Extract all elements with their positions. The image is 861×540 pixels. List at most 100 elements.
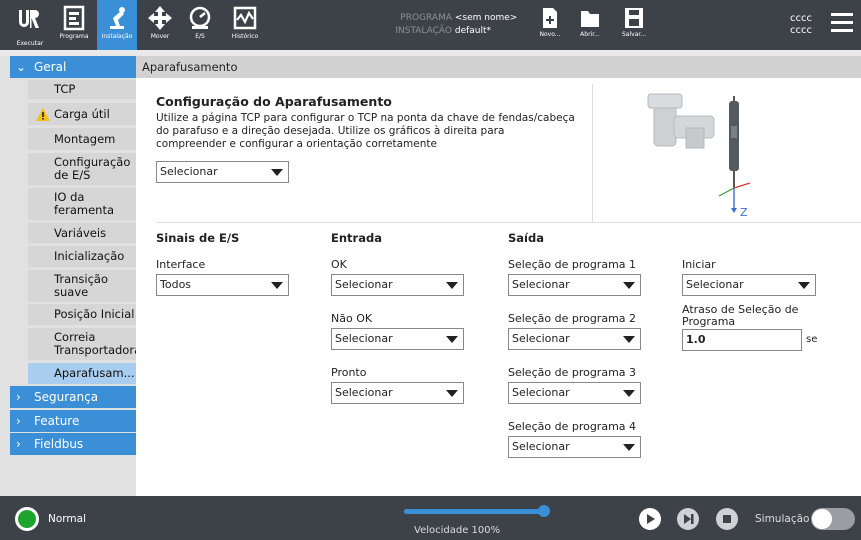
input-header: Entrada (331, 231, 382, 245)
chevron-down-icon (623, 390, 635, 397)
chevron-down-icon (623, 282, 635, 289)
tab-mover[interactable]: Mover (144, 0, 176, 50)
sidebar-item-aparafusamento[interactable]: Aparafusam... (28, 363, 136, 384)
ready-label: Pronto (331, 366, 367, 379)
program-select-4[interactable]: Selecionar (508, 436, 641, 458)
interface-label: Interface (156, 258, 206, 271)
speed-slider-fill (404, 509, 544, 514)
save-file-button[interactable]: Salvar... (617, 0, 651, 50)
not-ok-label: Não OK (331, 312, 373, 325)
sidebar-item-variaveis[interactable]: Variáveis (28, 223, 136, 243)
robot-status-text: Normal (48, 513, 86, 525)
horizontal-divider (156, 222, 861, 223)
simulation-toggle-knob (812, 509, 832, 529)
ok-label: OK (331, 258, 347, 271)
move-arrows-icon (148, 6, 172, 30)
hamburger-menu-icon[interactable] (831, 13, 853, 33)
io-signals-header: Sinais de E/S (156, 231, 240, 245)
save-icon (625, 8, 643, 28)
chevron-down-icon (623, 336, 635, 343)
open-file-button[interactable]: Abrir... (575, 0, 605, 50)
program-select-1-label: Seleção de programa 1 (508, 258, 637, 271)
folder-icon (581, 11, 599, 27)
screwdriver-illustration: Z (646, 86, 766, 221)
delay-unit: se (806, 334, 818, 345)
sidebar-item-correia-transportadora[interactable]: Correia Transportadora (28, 328, 136, 360)
delay-label: Atraso de Seleção de Programa (682, 303, 799, 328)
chevron-right-icon: › (16, 390, 21, 404)
page-title: Configuração do Aparafusamento (156, 94, 392, 109)
program-select-3-label: Seleção de programa 3 (508, 366, 637, 379)
speed-slider-handle[interactable] (538, 505, 550, 517)
play-button[interactable] (639, 508, 661, 530)
top-bar: Executar Programa Instalação Mover E/S H… (0, 0, 861, 50)
main-panel: Aparafusamento Configuração do Aparafusa… (136, 56, 861, 496)
sidebar-item-tcp[interactable]: TCP (28, 80, 136, 99)
chevron-down-icon (798, 282, 810, 289)
sidebar-section-geral[interactable]: ⌄ Geral (10, 56, 136, 78)
play-icon (647, 514, 655, 524)
tab-instalacao[interactable]: Instalação (97, 0, 137, 50)
bottom-bar: Normal Velocidade 100% Simulação (0, 496, 861, 540)
chevron-right-icon: › (16, 414, 21, 428)
chevron-right-icon: › (16, 437, 21, 451)
z-axis-label: Z (740, 206, 748, 219)
step-button[interactable] (677, 508, 699, 530)
new-file-button[interactable]: Novo... (535, 0, 565, 50)
breadcrumb: Aparafusamento (136, 56, 861, 78)
ready-select[interactable]: Selecionar (331, 382, 464, 404)
output-header: Saída (508, 231, 544, 245)
sidebar-section-seguranca[interactable]: › Segurança (10, 386, 136, 408)
sidebar-item-montagem[interactable]: Montagem (28, 128, 136, 150)
start-label: Iniciar (682, 258, 716, 271)
sidebar: ⌄ Geral TCP Carga útil Montagem Configura… (0, 56, 136, 496)
simulation-label: Simulação (755, 513, 810, 525)
vertical-divider (592, 84, 593, 222)
program-select-1[interactable]: Selecionar (508, 274, 641, 296)
program-info: PROGRAMA <sem nome> INSTALAÇÃO default* (395, 13, 518, 36)
robot-arm-icon (110, 7, 125, 29)
stop-icon (723, 515, 731, 523)
chevron-down-icon (623, 444, 635, 451)
page-description: Utilize a página TCP para configurar o T… (156, 112, 575, 150)
io-gauge-icon (189, 6, 211, 29)
interface-select[interactable]: Todos (156, 274, 289, 296)
not-ok-select[interactable]: Selecionar (331, 328, 464, 350)
chevron-down-icon (446, 390, 458, 397)
ok-select[interactable]: Selecionar (331, 274, 464, 296)
tab-executar[interactable]: Executar (12, 0, 48, 50)
step-icon (684, 514, 694, 524)
stop-button[interactable] (716, 508, 738, 530)
program-select-3[interactable]: Selecionar (508, 382, 641, 404)
sidebar-item-inicializacao[interactable]: Inicialização (28, 246, 136, 267)
chevron-down-icon (271, 282, 283, 289)
tab-es[interactable]: E/S (185, 0, 215, 50)
program-select-2[interactable]: Selecionar (508, 328, 641, 350)
tab-historico[interactable]: Histórico (227, 0, 263, 50)
tcp-select[interactable]: Selecionar (156, 161, 289, 183)
chevron-down-icon: ⌄ (16, 60, 27, 74)
chevron-down-icon (446, 336, 458, 343)
speed-slider[interactable] (404, 505, 550, 517)
sidebar-section-feature[interactable]: › Feature (10, 410, 136, 432)
program-icon (63, 5, 85, 31)
start-select[interactable]: Selecionar (682, 274, 816, 296)
power-status-button[interactable] (15, 507, 39, 531)
tab-programa[interactable]: Programa (54, 0, 94, 50)
sidebar-item-transicao-suave[interactable]: Transição suave (28, 270, 136, 302)
speed-label: Velocidade 100% (414, 525, 501, 536)
program-select-4-label: Seleção de programa 4 (508, 420, 637, 433)
sidebar-item-configuracao-es[interactable]: Configuração de E/S (28, 153, 136, 185)
delay-input[interactable]: 1.0 (682, 329, 802, 351)
sidebar-item-io-ferramenta[interactable]: IO da feramenta (28, 188, 136, 220)
chevron-down-icon (446, 282, 458, 289)
sidebar-section-fieldbus[interactable]: › Fieldbus (10, 433, 136, 455)
program-select-2-label: Seleção de programa 2 (508, 312, 637, 325)
status-indicator-icon (18, 510, 36, 528)
user-info[interactable]: cccc cccc (790, 13, 812, 37)
chevron-down-icon (271, 169, 283, 176)
sidebar-item-posicao-inicial[interactable]: Posição Inicial (28, 304, 136, 325)
history-chart-icon (233, 6, 257, 30)
simulation-toggle[interactable] (811, 508, 855, 530)
sidebar-item-carga-util[interactable]: Carga útil (28, 103, 136, 125)
